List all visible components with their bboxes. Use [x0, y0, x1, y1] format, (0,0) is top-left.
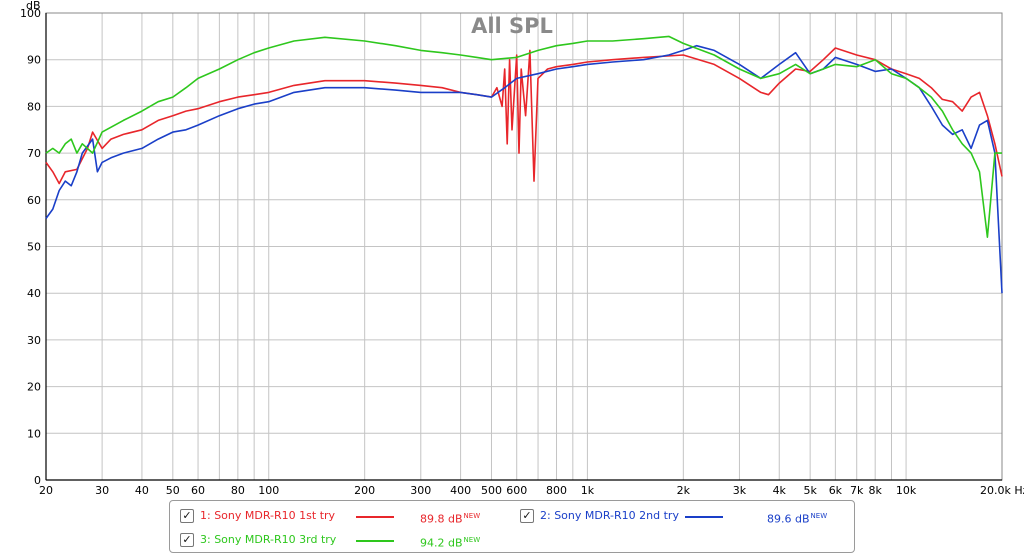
- legend: ✓ 1: Sony MDR-R10 1st try 89.8 dBNEW ✓ 2…: [169, 500, 855, 553]
- x-tick-label: 10k: [896, 484, 917, 497]
- x-tick-label: 8k: [869, 484, 883, 497]
- legend-level: 89.6 dBNEW: [767, 512, 828, 526]
- x-tick-label: 50: [166, 484, 180, 497]
- new-badge: NEW: [463, 512, 481, 520]
- x-tick-label: 200: [354, 484, 375, 497]
- y-tick-label: 10: [27, 427, 41, 440]
- legend-swatch: [356, 540, 394, 542]
- legend-level: 94.2 dBNEW: [420, 536, 481, 550]
- legend-swatch: [685, 516, 723, 518]
- y-tick-label: 30: [27, 334, 41, 347]
- x-tick-label: 40: [135, 484, 149, 497]
- legend-item-1[interactable]: ✓ 1: Sony MDR-R10 1st try 89.8 dBNEW: [180, 507, 480, 526]
- x-tick-label: 6k: [829, 484, 843, 497]
- x-tick-label: 20.0k Hz: [980, 484, 1024, 497]
- checkbox-checked-icon[interactable]: ✓: [180, 533, 194, 547]
- x-tick-label: 400: [450, 484, 471, 497]
- y-tick-label: 40: [27, 287, 41, 300]
- x-tick-label: 4k: [773, 484, 787, 497]
- y-tick-label: 90: [27, 54, 41, 67]
- y-axis-label: dB: [26, 0, 41, 12]
- x-tick-label: 100: [258, 484, 279, 497]
- legend-item-3[interactable]: ✓ 3: Sony MDR-R10 3rd try 94.2 dBNEW: [180, 531, 480, 550]
- legend-swatch: [356, 516, 394, 518]
- y-tick-label: 70: [27, 147, 41, 160]
- spl-chart: 010203040506070809010020 30 40 50 60 80 100 200…: [20, 0, 1024, 497]
- checkbox-checked-icon[interactable]: ✓: [180, 509, 194, 523]
- y-tick-label: 80: [27, 100, 41, 113]
- y-tick-label: 20: [27, 381, 41, 394]
- x-tick-label: 2k: [677, 484, 691, 497]
- x-tick-label: 20: [39, 484, 53, 497]
- x-tick-label: 5k: [803, 484, 817, 497]
- legend-level: 89.8 dBNEW: [420, 512, 481, 526]
- y-tick-label: 50: [27, 241, 41, 254]
- x-tick-label: 500: [481, 484, 502, 497]
- chart-title: All SPL: [471, 14, 553, 38]
- legend-label: 1: Sony MDR-R10 1st try: [200, 509, 336, 522]
- x-tick-label: 3k: [733, 484, 747, 497]
- x-tick-label: 1k: [581, 484, 595, 497]
- legend-label: 2: Sony MDR-R10 2nd try: [540, 509, 679, 522]
- y-tick-label: 60: [27, 194, 41, 207]
- x-tick-label: 300: [410, 484, 431, 497]
- grid: [45, 12, 1003, 481]
- legend-item-2[interactable]: ✓ 2: Sony MDR-R10 2nd try 89.6 dBNEW: [520, 507, 840, 526]
- x-tick-label: 80: [231, 484, 245, 497]
- chart-stage: 0 10 20 30 40 50 60 70 80 90 100 20 30 40 50 60 80 100 200…: [0, 0, 1024, 557]
- new-badge: NEW: [463, 536, 481, 544]
- x-tick-label: 7k: [850, 484, 864, 497]
- x-tick-label: 800: [546, 484, 567, 497]
- x-tick-label: 30: [95, 484, 109, 497]
- checkbox-checked-icon[interactable]: ✓: [520, 509, 534, 523]
- legend-label: 3: Sony MDR-R10 3rd try: [200, 533, 337, 546]
- new-badge: NEW: [810, 512, 828, 520]
- x-tick-label: 60: [191, 484, 205, 497]
- x-tick-label: 600: [506, 484, 527, 497]
